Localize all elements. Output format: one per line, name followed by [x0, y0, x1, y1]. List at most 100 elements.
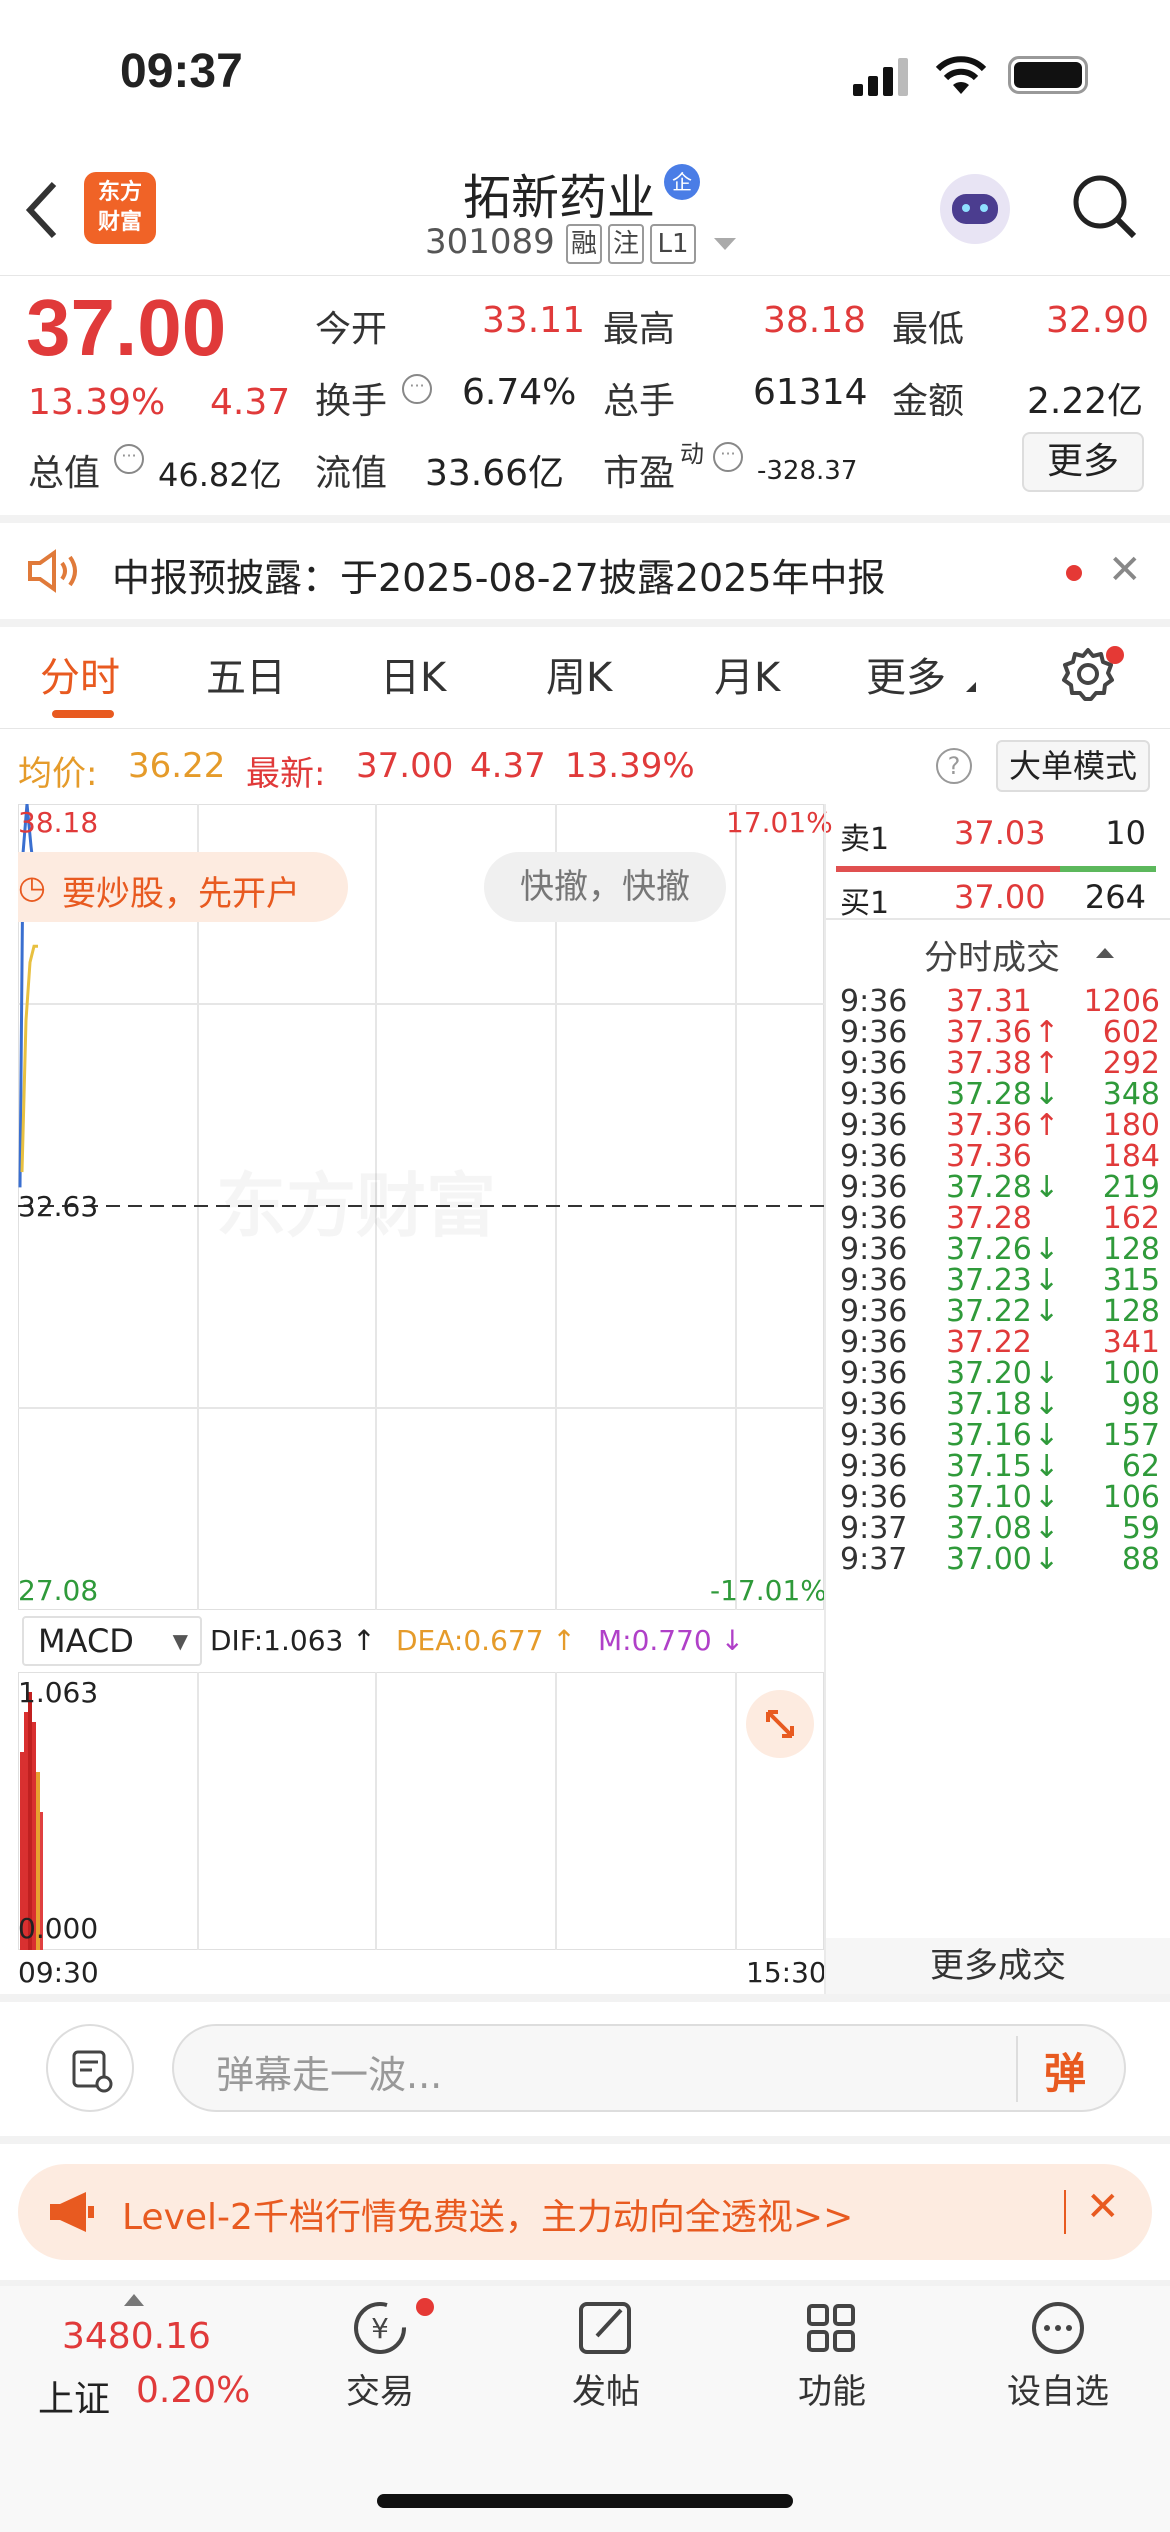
index-name: 上证: [38, 2379, 111, 2420]
trade-volume: 62: [1121, 1449, 1160, 1484]
nav-post-label: 发帖: [572, 2372, 640, 2412]
nav-watchlist[interactable]: 设自选: [990, 2296, 1126, 2426]
latest-value: 37.00: [356, 746, 454, 786]
avg-value: 36.22: [128, 746, 226, 786]
note-button[interactable]: [46, 2024, 134, 2112]
trade-price: 37.10: [946, 1480, 1032, 1515]
macd-axis-top: 1.063: [18, 1676, 99, 1709]
open-label: 今开: [315, 309, 388, 350]
macd-dif: DIF:1.063 ↑: [210, 1624, 376, 1657]
change-pct: 13.39%: [28, 382, 166, 423]
yuan-exchange-icon: ¥: [354, 2302, 406, 2354]
trade-row: 9:36 37.15 ↓ 62: [840, 1449, 1160, 1484]
trade-arrow-icon: ↓: [1034, 1387, 1060, 1422]
trade-time: 9:36: [840, 1108, 908, 1143]
close-icon[interactable]: ✕: [1086, 2184, 1120, 2230]
trade-arrow-icon: ↓: [1034, 1356, 1060, 1391]
section-gap: [0, 515, 1170, 523]
macd-m: M:0.770 ↓: [598, 1624, 745, 1657]
trade-time: 9:37: [840, 1542, 908, 1577]
trade-price: 37.36: [946, 1015, 1032, 1050]
current-price: 37.00: [26, 283, 227, 372]
close-icon[interactable]: ✕: [1108, 547, 1142, 593]
section-gap: [0, 2136, 1170, 2144]
danmu-input[interactable]: 弹幕走一波... 弹: [172, 2024, 1126, 2112]
latest-change: 4.37: [470, 746, 546, 786]
tab-week-k[interactable]: 周K: [546, 645, 612, 703]
trade-volume: 315: [1102, 1263, 1160, 1298]
level2-banner[interactable]: Level-2千档行情免费送，主力动向全透视>> ✕: [18, 2164, 1152, 2260]
app-logo[interactable]: 东方 财富: [84, 172, 156, 244]
trade-row: 9:36 37.23 ↓ 315: [840, 1263, 1160, 1298]
y-axis-mid: 32.63: [18, 1190, 99, 1223]
trade-row: 9:37 37.00 ↓ 88: [840, 1542, 1160, 1577]
trade-arrow-icon: ↑: [1034, 1108, 1060, 1143]
trade-time: 9:36: [840, 1046, 908, 1081]
trade-time: 9:36: [840, 1356, 908, 1391]
volume-value: 61314: [753, 372, 868, 413]
dropdown-arrow-icon[interactable]: [714, 238, 736, 250]
stock-name[interactable]: 拓新药业: [463, 158, 655, 228]
more-button[interactable]: 更多: [1022, 432, 1144, 492]
help-icon[interactable]: ?: [936, 748, 972, 784]
danmu-toggle-icon[interactable]: 弹: [1044, 2040, 1086, 2101]
settings-badge-dot: [1106, 646, 1124, 664]
tab-day-k[interactable]: 日K: [380, 645, 446, 703]
macd-chart[interactable]: [18, 1672, 824, 1950]
trades-header[interactable]: 分时成交: [924, 930, 1060, 979]
trade-price: 37.20: [946, 1356, 1032, 1391]
quick-cancel-pill[interactable]: 快撤，快撤: [484, 852, 726, 922]
trade-row: 9:36 37.20 ↓ 100: [840, 1356, 1160, 1391]
trade-row: 9:36 37.22 341: [840, 1325, 1160, 1360]
tab-five-day[interactable]: 五日: [206, 645, 286, 703]
y-axis-top: 38.18: [18, 806, 99, 839]
trade-volume: 157: [1102, 1418, 1160, 1453]
more-trades-button[interactable]: 更多成交: [826, 1938, 1170, 1994]
battery-icon: [1008, 56, 1088, 94]
trade-price: 37.36: [946, 1139, 1032, 1174]
info-dots-icon[interactable]: ···: [114, 444, 144, 474]
tag-level: L1: [650, 224, 696, 264]
back-button[interactable]: [22, 180, 72, 240]
nav-functions-label: 功能: [798, 2372, 866, 2412]
notice-text: 中报预披露：于2025-08-27披露2025年中报: [112, 556, 886, 600]
notice-bar[interactable]: 中报预披露：于2025-08-27披露2025年中报 ✕: [0, 523, 1170, 619]
search-icon[interactable]: [1070, 172, 1140, 242]
open-account-promo[interactable]: ◷ 要炒股，先开户: [18, 852, 348, 922]
info-dots-icon[interactable]: ···: [713, 442, 743, 472]
nav-trade[interactable]: ¥ 交易: [320, 2296, 440, 2426]
macd-selector[interactable]: MACD ▼: [22, 1616, 202, 1666]
index-widget[interactable]: 3480.16 上证 0.20%: [0, 2286, 270, 2426]
low-value: 32.90: [1046, 300, 1150, 341]
trade-price: 37.28: [946, 1201, 1032, 1236]
trade-arrow-icon: ↓: [1034, 1263, 1060, 1298]
trade-row: 9:36 37.18 ↓ 98: [840, 1387, 1160, 1422]
tab-month-k[interactable]: 月K: [714, 645, 780, 703]
latest-label: 最新:: [246, 754, 326, 794]
pe-label: 市盈: [603, 453, 676, 494]
trade-price: 37.28: [946, 1170, 1032, 1205]
trade-row: 9:36 37.28 ↓ 219: [840, 1170, 1160, 1205]
trade-price: 37.00: [946, 1542, 1032, 1577]
trade-row: 9:36 37.36 184: [840, 1139, 1160, 1174]
trade-time: 9:36: [840, 1015, 908, 1050]
trade-volume: 184: [1102, 1139, 1160, 1174]
latest-pct: 13.39%: [565, 746, 695, 786]
trade-arrow-icon: ↓: [1034, 1449, 1060, 1484]
trade-row: 9:36 37.28 ↓ 348: [840, 1077, 1160, 1112]
nav-functions[interactable]: 功能: [772, 2296, 892, 2426]
tab-intraday[interactable]: 分时: [40, 645, 120, 703]
trade-arrow-icon: ↓: [1034, 1480, 1060, 1515]
trade-volume: 59: [1121, 1511, 1160, 1546]
mktcap-value: 46.82亿: [158, 456, 282, 494]
amount-label: 金额: [892, 381, 965, 422]
trade-volume: 128: [1102, 1294, 1160, 1329]
nav-post[interactable]: 发帖: [546, 2296, 666, 2426]
expand-icon[interactable]: [746, 1690, 814, 1758]
orderbook: 卖1 37.03 10 买1 37.00 264: [826, 804, 1170, 924]
robot-assistant-icon[interactable]: [940, 174, 1010, 244]
high-label: 最高: [603, 309, 676, 350]
tab-more[interactable]: 更多: [866, 645, 946, 703]
big-order-mode-button[interactable]: 大单模式: [996, 740, 1150, 792]
info-dots-icon[interactable]: ···: [402, 374, 432, 404]
